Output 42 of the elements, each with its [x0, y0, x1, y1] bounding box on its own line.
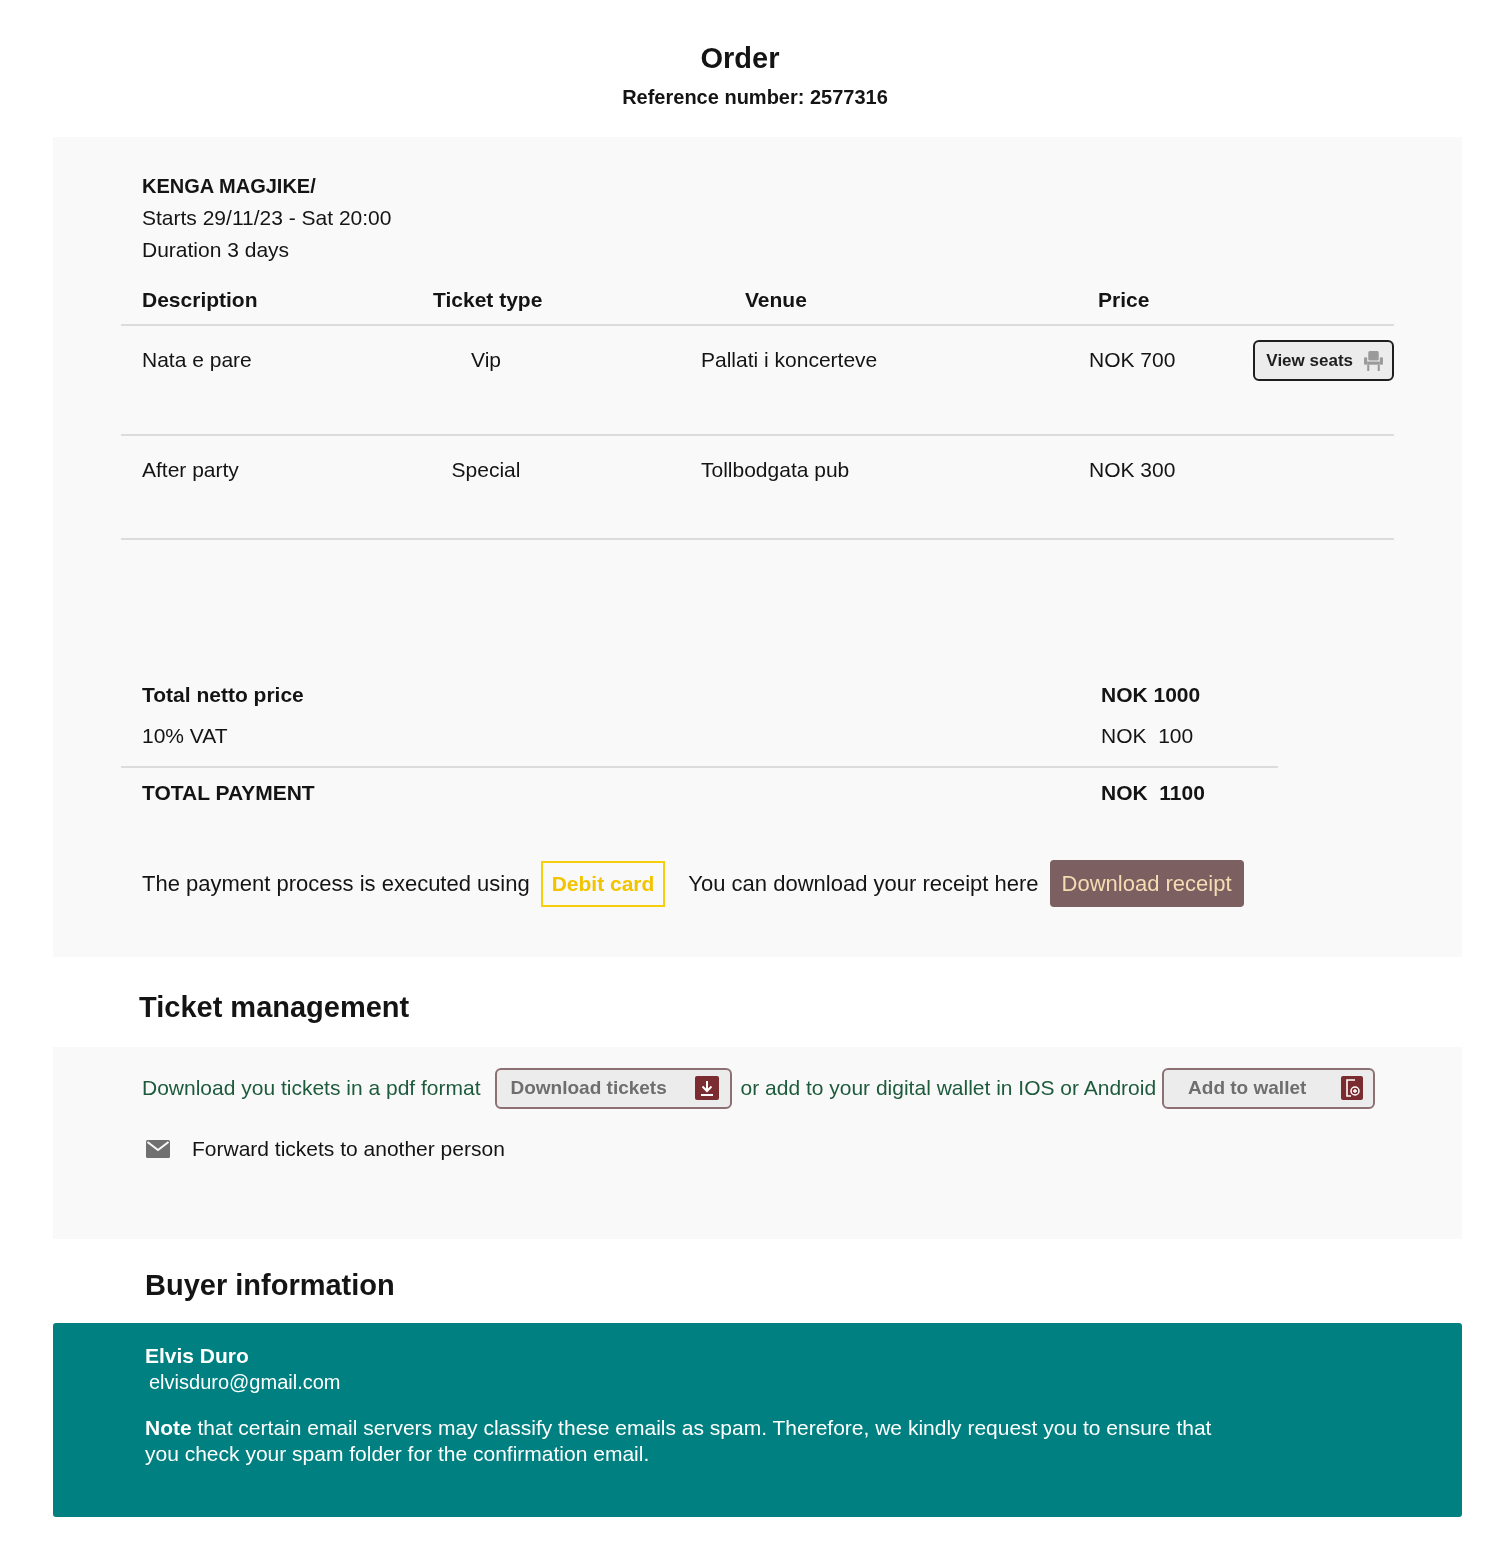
- column-header: Venue: [745, 287, 807, 313]
- table-cell: NOK 700: [1089, 347, 1176, 373]
- section-heading: Buyer information: [145, 1268, 395, 1302]
- buyer-name: Elvis Duro: [145, 1343, 249, 1369]
- receipt-text: You can download your receipt here: [688, 870, 1039, 897]
- section-heading: Ticket management: [139, 990, 410, 1024]
- table-cell: Vip: [471, 347, 501, 373]
- column-header: Ticket type: [433, 287, 543, 313]
- total-label: Total netto price: [141, 682, 304, 708]
- table-cell: Nata e pare: [142, 347, 252, 373]
- event-duration: Duration 3 days: [142, 237, 290, 263]
- payment-method-tag: Debit card: [540, 860, 666, 907]
- spam-note: Note that certain email servers may classify these emails as spam. Therefore, we kindly request you to ensure that you check your spam folder for the confirmation email.: [145, 1415, 1213, 1467]
- payment-text: The payment process is executed using: [142, 870, 530, 897]
- seat-icon: [1363, 350, 1384, 371]
- buyer-email: elvisduro@gmail.com: [148, 1370, 341, 1395]
- table-cell: Tollbodgata pub: [701, 457, 850, 483]
- forward-tickets-link[interactable]: Forward tickets to another person: [146, 1132, 505, 1166]
- add-to-wallet-button[interactable]: Add to wallet: [1162, 1067, 1376, 1109]
- view-seats-button[interactable]: View seats: [1253, 340, 1394, 381]
- table-cell: NOK 300: [1089, 457, 1176, 483]
- table-cell: Special: [451, 457, 521, 483]
- download-tickets-button[interactable]: Download tickets: [494, 1067, 732, 1109]
- table-cell: After party: [142, 457, 239, 483]
- event-start: Starts 29/11/23 - Sat 20:00: [142, 205, 392, 231]
- add-document-icon: [1341, 1076, 1364, 1100]
- order-title: Order: [700, 41, 780, 75]
- total-amount: NOK 100: [1101, 723, 1194, 749]
- total-label: TOTAL PAYMENT: [141, 780, 315, 806]
- download-receipt-button[interactable]: Download receipt: [1049, 860, 1244, 907]
- wallet-text: or add to your digital wallet in IOS or Android: [740, 1075, 1157, 1101]
- column-header: Price: [1098, 287, 1150, 313]
- total-amount: NOK 1000: [1101, 682, 1201, 708]
- reference-number: Reference number: 2577316: [622, 85, 888, 110]
- total-amount: NOK 1100: [1101, 780, 1205, 806]
- column-header: Description: [142, 287, 258, 313]
- table-cell: Pallati i koncerteve: [701, 347, 878, 373]
- download-text: Download you tickets in a pdf format: [142, 1075, 481, 1101]
- download-icon: [694, 1076, 719, 1100]
- event-title: KENGA MAGJIKE/: [142, 174, 316, 199]
- total-label: 10% VAT: [141, 723, 228, 749]
- envelope-icon: [146, 1140, 170, 1158]
